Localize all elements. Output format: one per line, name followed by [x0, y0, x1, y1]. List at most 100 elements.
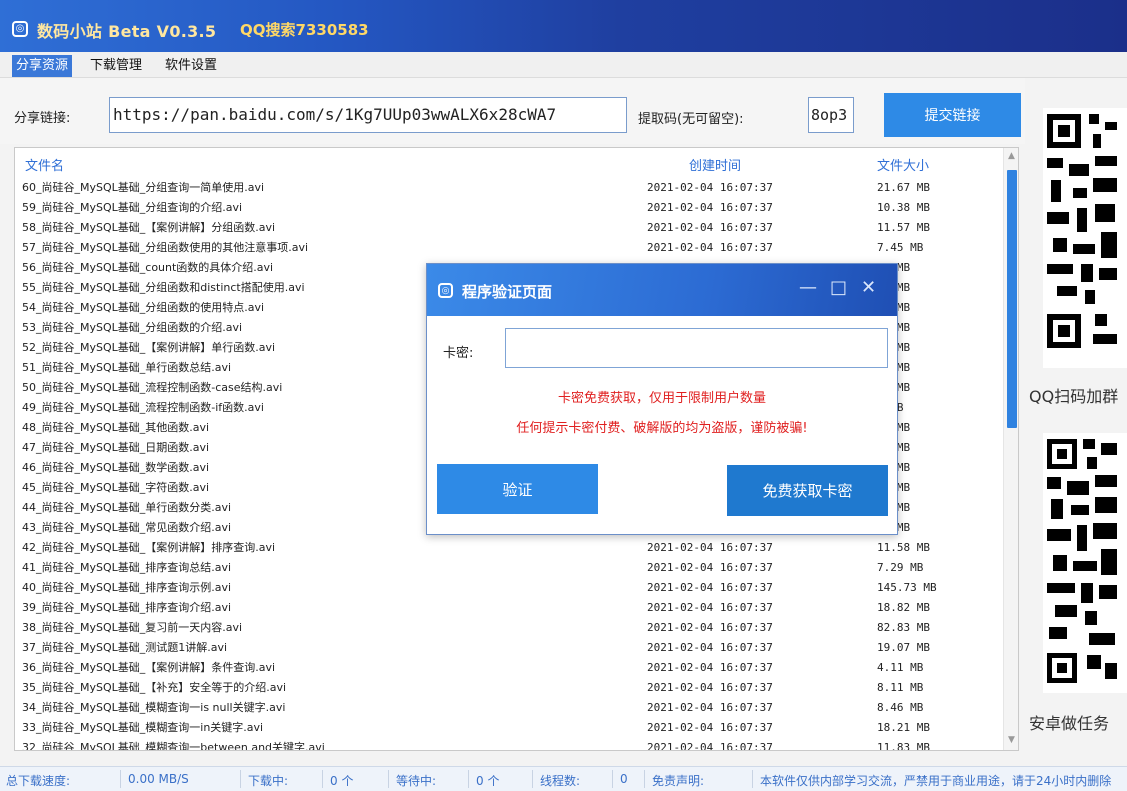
file-size-cell: 8.46 MB [877, 701, 924, 714]
qr-caption-qq-group: QQ扫码加群 [1029, 387, 1119, 406]
table-row[interactable]: 35_尚硅谷_MySQL基础_【补充】安全等于的介绍.avi 2021-02-04… [15, 678, 1002, 698]
get-free-key-button[interactable]: 免费获取卡密 [727, 465, 888, 516]
minimize-icon[interactable]: — [799, 277, 817, 298]
tab-share-resources[interactable]: 分享资源 [12, 55, 73, 77]
waiting-value: 0 个 [476, 774, 500, 788]
file-name-cell: 46_尚硅谷_MySQL基础_数学函数.avi [22, 461, 210, 474]
table-row[interactable]: 38_尚硅谷_MySQL基础_复习前一天内容.avi 2021-02-04 16:… [15, 618, 1002, 638]
column-header-name[interactable]: 文件名 [25, 155, 64, 174]
created-time-cell: 2021-02-04 16:07:37 [647, 581, 773, 594]
created-time-cell: 2021-02-04 16:07:37 [647, 601, 773, 614]
extract-code-input[interactable]: 8op3 [808, 97, 854, 133]
file-name-cell: 37_尚硅谷_MySQL基础_测试题1讲解.avi [22, 641, 228, 654]
file-name-cell: 56_尚硅谷_MySQL基础_count函数的具体介绍.avi [22, 261, 274, 274]
file-size-cell: 19.07 MB [877, 641, 930, 654]
card-key-label: 卡密: [443, 346, 474, 361]
created-time-cell: 2021-02-04 16:07:37 [647, 561, 773, 574]
card-key-input[interactable] [505, 328, 888, 368]
speed-value: 0.00 MB/S [128, 772, 189, 786]
tab-download-manager[interactable]: 下载管理 [86, 55, 146, 77]
file-name-cell: 59_尚硅谷_MySQL基础_分组查询的介绍.avi [22, 201, 243, 214]
table-row[interactable]: 32_尚硅谷_MySQL基础_模糊查询一between and关键字.avi 20… [15, 738, 1002, 751]
close-icon[interactable]: ✕ [861, 277, 876, 298]
share-link-input[interactable]: https://pan.baidu.com/s/1Kg7UUp03wwALX6x… [109, 97, 627, 133]
file-name-cell: 38_尚硅谷_MySQL基础_复习前一天内容.avi [22, 621, 243, 634]
table-row[interactable]: 39_尚硅谷_MySQL基础_排序查询介绍.avi 2021-02-04 16:0… [15, 598, 1002, 618]
table-row[interactable]: 37_尚硅谷_MySQL基础_测试题1讲解.avi 2021-02-04 16:0… [15, 638, 1002, 658]
file-size-cell: 11.57 MB [877, 221, 930, 234]
submit-link-button[interactable]: 提交链接 [884, 93, 1021, 137]
created-time-cell: 2021-02-04 16:07:37 [647, 201, 773, 214]
dialog-title: 程序验证页面 [462, 283, 553, 301]
table-row[interactable]: 58_尚硅谷_MySQL基础_【案例讲解】分组函数.avi 2021-02-04 … [15, 218, 1002, 238]
table-row[interactable]: 41_尚硅谷_MySQL基础_排序查询总结.avi 2021-02-04 16:0… [15, 558, 1002, 578]
app-logo-icon: ◎ [12, 21, 28, 37]
file-name-cell: 53_尚硅谷_MySQL基础_分组函数的介绍.avi [22, 321, 243, 334]
file-name-cell: 35_尚硅谷_MySQL基础_【补充】安全等于的介绍.avi [22, 681, 287, 694]
file-name-cell: 52_尚硅谷_MySQL基础_【案例讲解】单行函数.avi [22, 341, 276, 354]
maximize-icon[interactable]: □ [830, 277, 847, 298]
created-time-cell: 2021-02-04 16:07:37 [647, 701, 773, 714]
created-time-cell: 2021-02-04 16:07:37 [647, 221, 773, 234]
column-header-time[interactable]: 创建时间 [689, 155, 741, 174]
created-time-cell: 2021-02-04 16:07:37 [647, 241, 773, 254]
file-name-cell: 42_尚硅谷_MySQL基础_【案例讲解】排序查询.avi [22, 541, 276, 554]
file-name-cell: 45_尚硅谷_MySQL基础_字符函数.avi [22, 481, 210, 494]
title-bar: ◎ 数码小站 Beta V0.3.5 QQ搜索7330583 [0, 0, 1127, 52]
table-row[interactable]: 59_尚硅谷_MySQL基础_分组查询的介绍.avi 2021-02-04 16:… [15, 198, 1002, 218]
file-size-cell: 7.45 MB [877, 241, 924, 254]
table-row[interactable]: 57_尚硅谷_MySQL基础_分组函数使用的其他注意事项.avi 2021-02-… [15, 238, 1002, 258]
vertical-scrollbar[interactable]: ▲ ▼ [1003, 148, 1018, 750]
file-name-cell: 58_尚硅谷_MySQL基础_【案例讲解】分组函数.avi [22, 221, 276, 234]
dialog-title-bar: ◎ 程序验证页面 — □ ✕ [427, 264, 897, 316]
table-row[interactable]: 34_尚硅谷_MySQL基础_模糊查询一is null关键字.avi 2021-0… [15, 698, 1002, 718]
table-row[interactable]: 42_尚硅谷_MySQL基础_【案例讲解】排序查询.avi 2021-02-04 … [15, 538, 1002, 558]
file-list-header: 文件名 创建时间 文件大小 [15, 148, 1002, 176]
file-name-cell: 34_尚硅谷_MySQL基础_模糊查询一is null关键字.avi [22, 701, 286, 714]
table-row[interactable]: 60_尚硅谷_MySQL基础_分组查询一简单使用.avi 2021-02-04 1… [15, 178, 1002, 198]
file-name-cell: 44_尚硅谷_MySQL基础_单行函数分类.avi [22, 501, 232, 514]
file-name-cell: 43_尚硅谷_MySQL基础_常见函数介绍.avi [22, 521, 232, 534]
waiting-label: 等待中: [396, 774, 437, 788]
table-row[interactable]: 40_尚硅谷_MySQL基础_排序查询示例.avi 2021-02-04 16:0… [15, 578, 1002, 598]
threads-label: 线程数: [540, 774, 581, 788]
file-name-cell: 49_尚硅谷_MySQL基础_流程控制函数-if函数.avi [22, 401, 264, 414]
scroll-up-icon[interactable]: ▲ [1008, 151, 1015, 161]
file-name-cell: 51_尚硅谷_MySQL基础_单行函数总结.avi [22, 361, 232, 374]
title-qq-search: QQ搜索7330583 [240, 21, 369, 39]
file-size-cell: 8.11 MB [877, 681, 924, 694]
created-time-cell: 2021-02-04 16:07:37 [647, 741, 773, 751]
file-size-cell: 145.73 MB [877, 581, 937, 594]
menu-bar: 分享资源 下载管理 软件设置 [0, 52, 1127, 78]
file-name-cell: 32_尚硅谷_MySQL基础_模糊查询一between and关键字.avi [22, 741, 325, 751]
file-size-cell: 18.21 MB [877, 721, 930, 734]
free-key-notice: 卡密免费获取，仅用于限制用户数量 [557, 391, 766, 406]
share-link-label: 分享链接: [14, 111, 71, 126]
file-size-cell: 21.67 MB [877, 181, 930, 194]
created-time-cell: 2021-02-04 16:07:37 [647, 641, 773, 654]
speed-label: 总下载速度: [6, 774, 71, 788]
file-name-cell: 33_尚硅谷_MySQL基础_模糊查询一in关键字.avi [22, 721, 264, 734]
column-header-size[interactable]: 文件大小 [877, 155, 929, 174]
created-time-cell: 2021-02-04 16:07:37 [647, 721, 773, 734]
created-time-cell: 2021-02-04 16:07:37 [647, 181, 773, 194]
extract-code-label: 提取码(无可留空): [638, 112, 744, 127]
file-name-cell: 60_尚硅谷_MySQL基础_分组查询一简单使用.avi [22, 181, 265, 194]
scroll-down-icon[interactable]: ▼ [1008, 735, 1015, 745]
file-name-cell: 36_尚硅谷_MySQL基础_【案例讲解】条件查询.avi [22, 661, 276, 674]
file-size-cell: 7.29 MB [877, 561, 924, 574]
qr-caption-android-task: 安卓做任务 [1029, 714, 1110, 733]
table-row[interactable]: 33_尚硅谷_MySQL基础_模糊查询一in关键字.avi 2021-02-04 … [15, 718, 1002, 738]
created-time-cell: 2021-02-04 16:07:37 [647, 541, 773, 554]
file-name-cell: 41_尚硅谷_MySQL基础_排序查询总结.avi [22, 561, 232, 574]
file-size-cell: 18.82 MB [877, 601, 930, 614]
file-name-cell: 48_尚硅谷_MySQL基础_其他函数.avi [22, 421, 210, 434]
file-size-cell: 11.58 MB [877, 541, 930, 554]
verify-button[interactable]: 验证 [437, 464, 598, 514]
scrollbar-thumb[interactable] [1007, 170, 1017, 428]
app-title: 数码小站 Beta V0.3.5 [37, 22, 217, 41]
file-name-cell: 55_尚硅谷_MySQL基础_分组函数和distinct搭配使用.avi [22, 281, 305, 294]
table-row[interactable]: 36_尚硅谷_MySQL基础_【案例讲解】条件查询.avi 2021-02-04 … [15, 658, 1002, 678]
file-name-cell: 50_尚硅谷_MySQL基础_流程控制函数-case结构.avi [22, 381, 283, 394]
tab-settings[interactable]: 软件设置 [161, 55, 221, 77]
